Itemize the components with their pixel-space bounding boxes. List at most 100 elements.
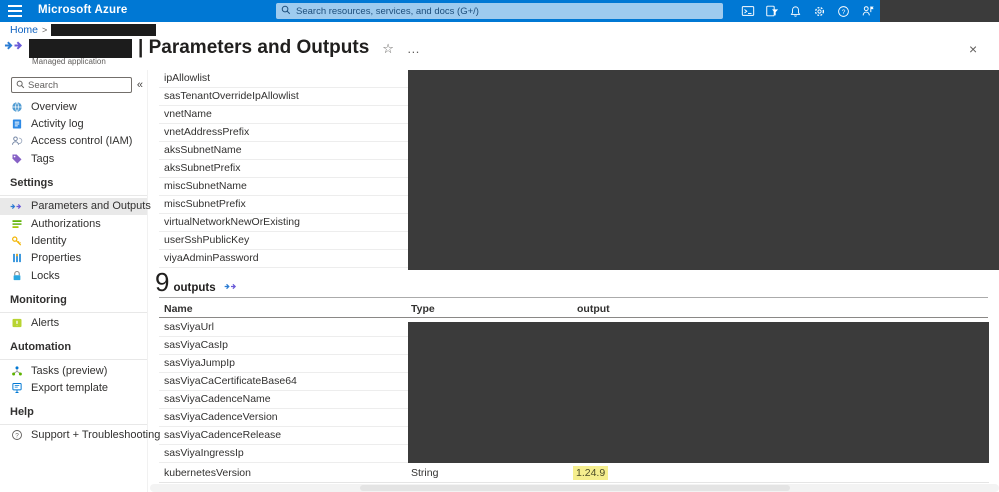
divider (0, 312, 147, 313)
authorizations-icon (10, 217, 23, 230)
outputs-count: 9 (155, 269, 169, 295)
hamburger-menu-icon[interactable] (8, 5, 22, 17)
parameter-row: miscSubnetName (159, 178, 408, 196)
svg-text:?: ? (15, 433, 19, 440)
tags-icon (10, 152, 23, 165)
sidebar-section-monitoring: Monitoring (0, 285, 147, 310)
divider (0, 359, 147, 360)
directory-filter-icon[interactable] (764, 4, 779, 19)
parameter-row: aksSubnetPrefix (159, 160, 408, 178)
parameter-name: vnetAddressPrefix (164, 126, 249, 138)
sidebar-item-identity[interactable]: Identity (0, 232, 147, 249)
sidebar-item-label: Identity (31, 235, 66, 247)
top-bar: Microsoft Azure ? (0, 0, 999, 22)
help-icon[interactable]: ? (836, 4, 851, 19)
sidebar-item-locks[interactable]: Locks (0, 267, 147, 284)
parameter-row: miscSubnetPrefix (159, 196, 408, 214)
sidebar-item-support-troubleshooting[interactable]: ? Support + Troubleshooting (0, 427, 147, 444)
sidebar-section-help: Help (0, 397, 147, 422)
sidebar-item-label: Authorizations (31, 218, 101, 230)
sidebar-search-input[interactable] (28, 80, 127, 91)
export-template-icon (10, 381, 23, 394)
divider (159, 317, 988, 318)
parameter-row: sasTenantOverrideIpAllowlist (159, 88, 408, 106)
redaction-block-resource-name (29, 39, 132, 58)
access-control-icon (10, 135, 23, 148)
output-name: sasViyaCasIp (164, 339, 228, 351)
outputs-column-header-name: Name (164, 303, 193, 315)
output-row: sasViyaJumpIp (159, 355, 408, 373)
parameter-row: virtualNetworkNewOrExisting (159, 214, 408, 232)
divider (159, 297, 988, 298)
sidebar-item-properties[interactable]: Properties (0, 250, 147, 267)
parameter-row: aksSubnetName (159, 142, 408, 160)
outputs-column-header-output: output (577, 303, 610, 315)
outputs-arrows-icon (224, 279, 238, 297)
redaction-block-parameter-values (408, 70, 999, 270)
more-options-icon[interactable]: … (407, 42, 420, 55)
activity-log-icon (10, 118, 23, 131)
breadcrumb: Home > (10, 23, 156, 36)
sidebar-item-label: Tasks (preview) (31, 365, 107, 377)
output-name: sasViyaCaCertificateBase64 (164, 375, 297, 387)
redaction-block-output-values (408, 322, 989, 463)
horizontal-scrollbar[interactable] (150, 484, 999, 492)
parameter-row: viyaAdminPassword (159, 250, 408, 268)
cloud-shell-icon[interactable] (740, 4, 755, 19)
output-name: sasViyaJumpIp (164, 357, 235, 369)
sidebar-collapse-icon[interactable]: « (137, 79, 143, 91)
sidebar-item-alerts[interactable]: Alerts (0, 315, 147, 332)
sidebar-item-label: Overview (31, 101, 77, 113)
resource-menu-sidebar: « Overview Activity log Access control (… (0, 70, 148, 492)
sidebar-item-label: Support + Troubleshooting (31, 429, 160, 441)
azure-portal-window: Microsoft Azure ? (0, 0, 999, 492)
parameter-name: ipAllowlist (164, 72, 210, 84)
parameter-name: viyaAdminPassword (164, 252, 259, 264)
sidebar-search-box[interactable] (11, 77, 132, 93)
sidebar-item-authorizations[interactable]: Authorizations (0, 215, 147, 232)
sidebar-item-label: Access control (IAM) (31, 135, 132, 147)
global-search-input[interactable] (296, 6, 718, 17)
global-search-box[interactable] (276, 3, 723, 19)
parameter-name: virtualNetworkNewOrExisting (164, 216, 300, 228)
parameter-name: sasTenantOverrideIpAllowlist (164, 90, 299, 102)
settings-gear-icon[interactable] (812, 4, 827, 19)
scrollbar-thumb[interactable] (360, 485, 790, 491)
feedback-icon[interactable] (860, 4, 875, 19)
sidebar-item-export-template[interactable]: Export template (0, 379, 147, 396)
sidebar-item-tasks-preview[interactable]: Tasks (preview) (0, 362, 147, 379)
notifications-bell-icon[interactable] (788, 4, 803, 19)
breadcrumb-home-link[interactable]: Home (10, 24, 38, 36)
sidebar-item-label: Export template (31, 382, 108, 394)
resource-type-label: Managed application (32, 57, 106, 66)
output-row: sasViyaCadenceRelease (159, 427, 408, 445)
parameters-icon (10, 200, 23, 213)
output-row: sasViyaCadenceVersion (159, 409, 408, 427)
redaction-block-account (880, 0, 999, 22)
parameter-name: miscSubnetName (164, 180, 247, 192)
close-icon[interactable]: × (969, 41, 977, 57)
azure-brand: Microsoft Azure (38, 4, 127, 16)
sidebar-item-activity-log[interactable]: Activity log (0, 115, 147, 132)
breadcrumb-separator: > (42, 25, 47, 35)
output-row: sasViyaUrl (159, 319, 408, 337)
sidebar-item-access-control-iam[interactable]: Access control (IAM) (0, 133, 147, 150)
page-title-bar: | Parameters and Outputs ☆ … (4, 37, 420, 59)
sidebar-item-label: Locks (31, 270, 60, 282)
properties-icon (10, 252, 23, 265)
sidebar-item-label: Alerts (31, 317, 59, 329)
parameter-name: miscSubnetPrefix (164, 198, 246, 210)
output-value-highlighted: 1.24.9 (573, 466, 608, 480)
favorite-star-icon[interactable]: ☆ (382, 42, 394, 55)
sidebar-item-tags[interactable]: Tags (0, 150, 147, 167)
parameter-name: vnetName (164, 108, 212, 120)
parameter-row: vnetAddressPrefix (159, 124, 408, 142)
sidebar-item-overview[interactable]: Overview (0, 98, 147, 115)
support-help-icon: ? (10, 429, 23, 442)
sidebar-item-parameters-and-outputs[interactable]: Parameters and Outputs (0, 198, 147, 215)
managed-application-icon (4, 37, 25, 59)
outputs-label: outputs (173, 282, 215, 294)
output-name: kubernetesVersion (159, 467, 251, 479)
locks-icon (10, 269, 23, 282)
outputs-column-header-type: Type (411, 303, 435, 315)
